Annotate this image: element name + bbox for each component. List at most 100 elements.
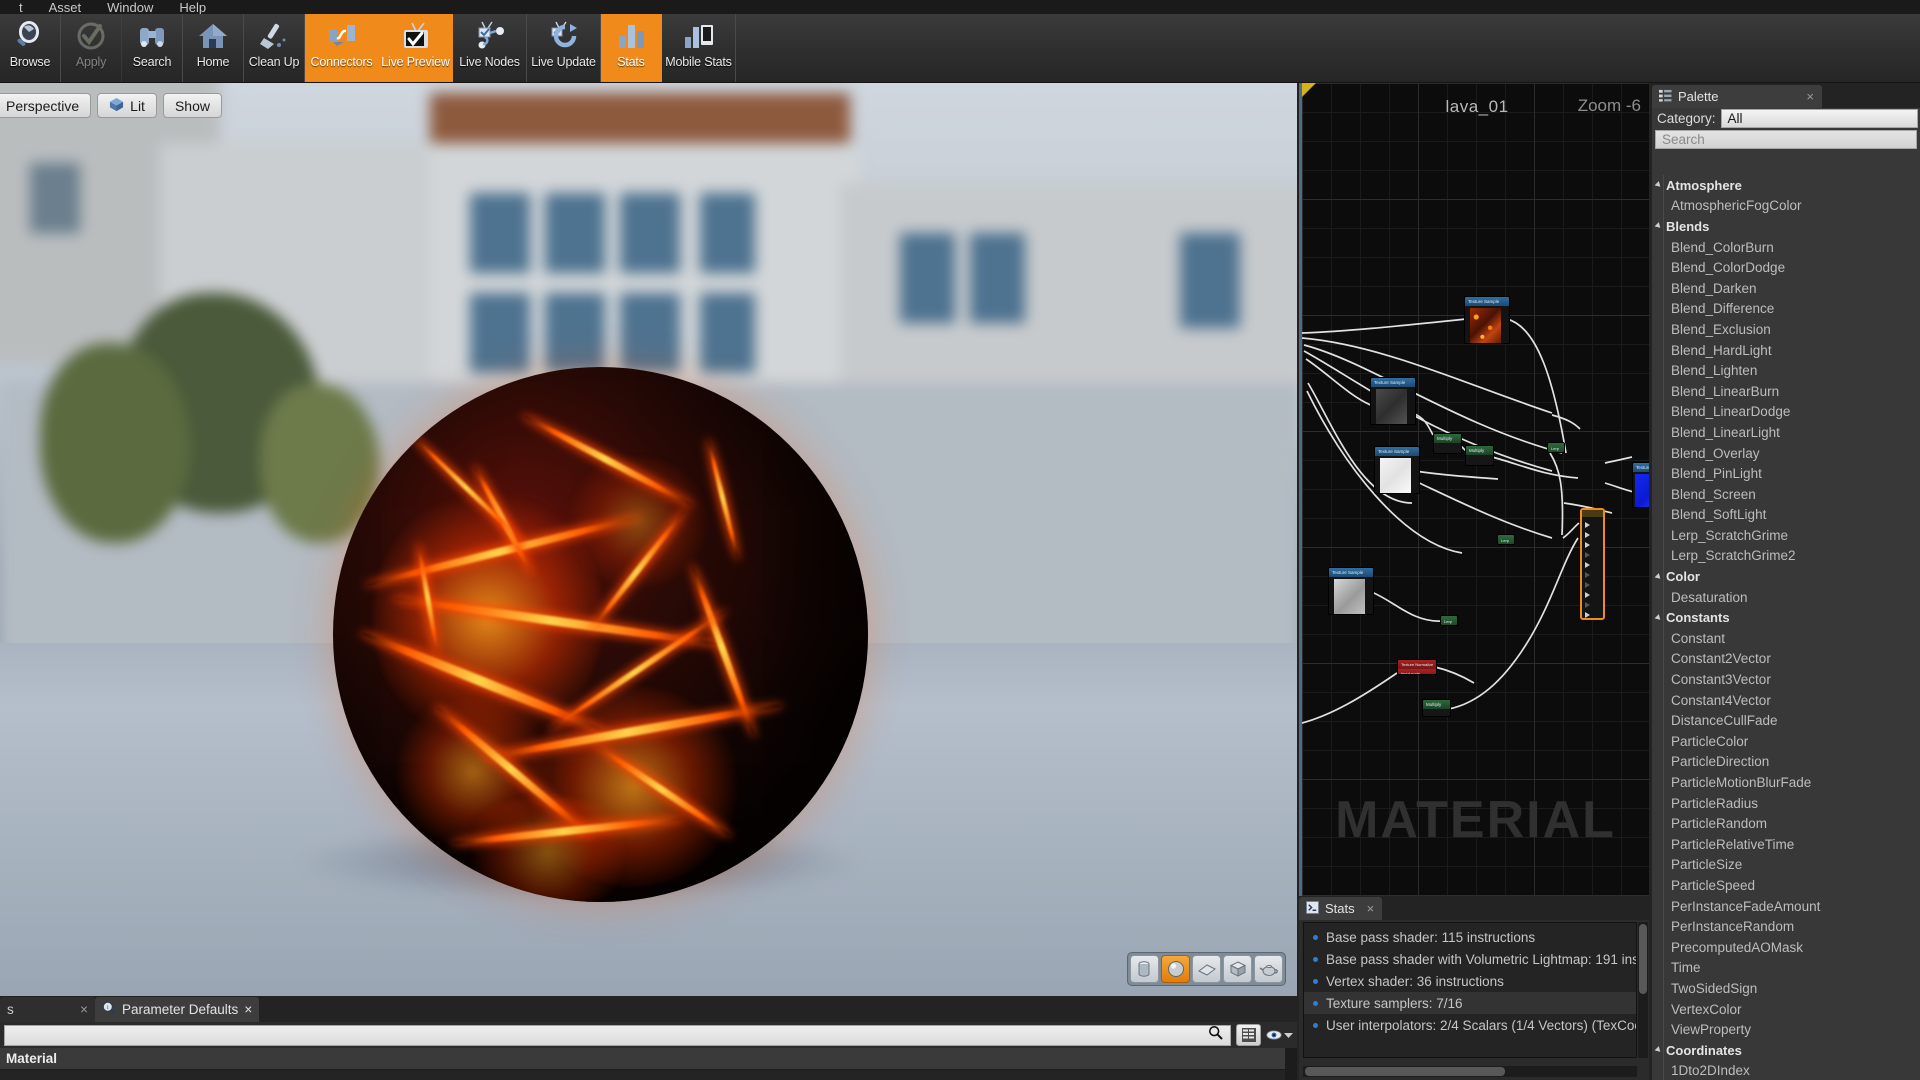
toolbar-button-live-update[interactable]: Live Update — [527, 14, 601, 82]
palette-group-color[interactable]: Color — [1652, 566, 1920, 587]
palette-item[interactable]: ViewProperty — [1652, 1019, 1920, 1040]
viewport-button-perspective[interactable]: Perspective — [0, 93, 92, 118]
palette-category-select[interactable]: All — [1720, 109, 1918, 128]
palette-item-list[interactable]: Atmosphere AtmosphericFogColor Blends Bl… — [1652, 175, 1920, 1080]
teapot-shape-button[interactable] — [1254, 955, 1283, 983]
palette-item[interactable]: ParticleColor — [1652, 731, 1920, 752]
palette-group-blends[interactable]: Blends — [1652, 216, 1920, 237]
toolbar-button-apply[interactable]: Apply — [61, 14, 122, 82]
tab-stats[interactable]: Stats × — [1299, 897, 1383, 920]
graph-node-texture-sample[interactable]: Texture Sample — [1370, 377, 1416, 425]
palette-item[interactable]: Desaturation — [1652, 587, 1920, 608]
graph-node-texture-sample[interactable]: Texture Sample — [1464, 296, 1510, 344]
graph-node-texture-normalize[interactable]: Texture Normalize Input node — [1397, 659, 1437, 675]
palette-item[interactable]: Blend_Screen — [1652, 484, 1920, 505]
menu-item-window[interactable]: Window — [94, 1, 166, 14]
stats-horizontal-scrollbar[interactable] — [1303, 1066, 1637, 1077]
graph-node-texture-sample[interactable]: Texture Sample — [1632, 462, 1649, 508]
toolbar-button-mobile-stats[interactable]: Mobile Stats — [662, 14, 736, 82]
graph-node-lerp[interactable]: Lerp — [1497, 534, 1515, 545]
lava-sphere-preview-mesh[interactable] — [333, 367, 868, 902]
palette-item[interactable]: AtmosphericFogColor — [1652, 196, 1920, 217]
palette-item[interactable]: VertexColor — [1652, 999, 1920, 1020]
toolbar-button-home[interactable]: Home — [183, 14, 244, 82]
stats-list[interactable]: Base pass shader: 115 instructions Base … — [1303, 922, 1637, 1058]
cube-shape-button[interactable] — [1223, 955, 1252, 983]
palette-item[interactable]: Blend_LinearBurn — [1652, 381, 1920, 402]
sphere-shape-button[interactable] — [1161, 955, 1190, 983]
palette-item[interactable]: ParticleSpeed — [1652, 875, 1920, 896]
palette-item[interactable]: 1Dto2DIndex — [1652, 1061, 1920, 1080]
details-content-area[interactable] — [0, 1070, 1297, 1080]
palette-item[interactable]: Blend_ColorDodge — [1652, 257, 1920, 278]
plane-shape-button[interactable] — [1192, 955, 1221, 983]
palette-search-input[interactable]: Search — [1655, 130, 1917, 149]
material-graph-editor[interactable]: lava_01 Zoom -6 MATERIAL Texture Sample … — [1299, 83, 1649, 896]
material-preview-viewport[interactable]: Perspective Lit Show — [0, 83, 1297, 996]
palette-item[interactable]: Constant — [1652, 628, 1920, 649]
graph-node-lerp[interactable]: Lerp — [1547, 442, 1565, 453]
details-scrollbar[interactable] — [1285, 1048, 1297, 1080]
search-icon[interactable] — [1208, 1025, 1224, 1046]
graph-node-material-output[interactable] — [1580, 508, 1605, 620]
palette-item[interactable]: Lerp_ScratchGrime2 — [1652, 546, 1920, 567]
close-icon[interactable]: × — [1806, 89, 1814, 104]
cylinder-shape-button[interactable] — [1130, 955, 1159, 983]
palette-item[interactable]: PerInstanceFadeAmount — [1652, 896, 1920, 917]
toolbar-button-search[interactable]: Search — [122, 14, 183, 82]
close-icon[interactable]: × — [244, 1002, 252, 1017]
toolbar-button-clean-up[interactable]: Clean Up — [244, 14, 305, 82]
palette-item[interactable]: ParticleRadius — [1652, 793, 1920, 814]
menu-item-file[interactable]: t — [6, 1, 36, 14]
menu-item-asset[interactable]: Asset — [36, 1, 95, 14]
toolbar-button-connectors[interactable]: Connectors — [305, 14, 379, 82]
graph-node-multiply[interactable]: Multiply — [1465, 445, 1494, 466]
palette-item[interactable]: PrecomputedAOMask — [1652, 937, 1920, 958]
graph-node-multiply[interactable]: Multiply — [1422, 699, 1451, 717]
palette-item[interactable]: Blend_LinearDodge — [1652, 402, 1920, 423]
palette-item[interactable]: Blend_Darken — [1652, 278, 1920, 299]
palette-item[interactable]: Blend_Exclusion — [1652, 319, 1920, 340]
toolbar-button-live-preview[interactable]: Live Preview — [379, 14, 453, 82]
palette-item[interactable]: PerInstanceRandom — [1652, 916, 1920, 937]
palette-group-constants[interactable]: Constants — [1652, 607, 1920, 628]
toolbar-button-live-nodes[interactable]: Live Nodes — [453, 14, 527, 82]
palette-item[interactable]: Lerp_ScratchGrime — [1652, 525, 1920, 546]
toolbar-button-browse[interactable]: Browse — [0, 14, 61, 82]
tab-palette[interactable]: Palette × — [1652, 85, 1822, 108]
graph-node-texture-sample[interactable]: Texture Sample — [1374, 446, 1420, 494]
palette-item[interactable]: Blend_HardLight — [1652, 340, 1920, 361]
palette-group-atmosphere[interactable]: Atmosphere — [1652, 175, 1920, 196]
chevron-down-icon[interactable] — [1284, 1026, 1293, 1044]
palette-item[interactable]: Blend_SoftLight — [1652, 505, 1920, 526]
palette-item[interactable]: ParticleMotionBlurFade — [1652, 772, 1920, 793]
palette-item[interactable]: DistanceCullFade — [1652, 710, 1920, 731]
palette-item[interactable]: Blend_Difference — [1652, 299, 1920, 320]
palette-item[interactable]: Blend_PinLight — [1652, 463, 1920, 484]
palette-group-coordinates[interactable]: Coordinates — [1652, 1040, 1920, 1061]
palette-item[interactable]: Constant3Vector — [1652, 669, 1920, 690]
eye-icon[interactable] — [1266, 1024, 1293, 1046]
close-icon[interactable]: × — [1367, 901, 1375, 916]
palette-item[interactable]: ParticleSize — [1652, 855, 1920, 876]
palette-item[interactable]: Blend_Overlay — [1652, 443, 1920, 464]
tab-details[interactable]: s × — [0, 997, 95, 1022]
scrollbar-thumb[interactable] — [1305, 1067, 1505, 1076]
palette-item[interactable]: Constant4Vector — [1652, 690, 1920, 711]
tab-parameter-defaults[interactable]: i Parameter Defaults × — [95, 997, 260, 1022]
grid-view-icon[interactable] — [1236, 1024, 1261, 1046]
graph-node-texture-sample[interactable]: Texture Sample — [1328, 567, 1374, 615]
palette-item[interactable]: TwoSidedSign — [1652, 978, 1920, 999]
palette-item[interactable]: ParticleRandom — [1652, 813, 1920, 834]
stats-vertical-scrollbar[interactable] — [1638, 922, 1648, 1058]
toolbar-button-stats[interactable]: Stats — [601, 14, 662, 82]
viewport-button-lit[interactable]: Lit — [97, 93, 157, 118]
scrollbar-thumb[interactable] — [1639, 924, 1647, 994]
palette-item[interactable]: Blend_LinearLight — [1652, 422, 1920, 443]
palette-item[interactable]: Blend_ColorBurn — [1652, 237, 1920, 258]
palette-item[interactable]: ParticleDirection — [1652, 752, 1920, 773]
palette-item[interactable]: Constant2Vector — [1652, 649, 1920, 670]
graph-node-lerp[interactable]: Lerp — [1440, 615, 1458, 626]
menu-item-help[interactable]: Help — [166, 1, 219, 14]
details-search-input[interactable] — [4, 1024, 1231, 1046]
